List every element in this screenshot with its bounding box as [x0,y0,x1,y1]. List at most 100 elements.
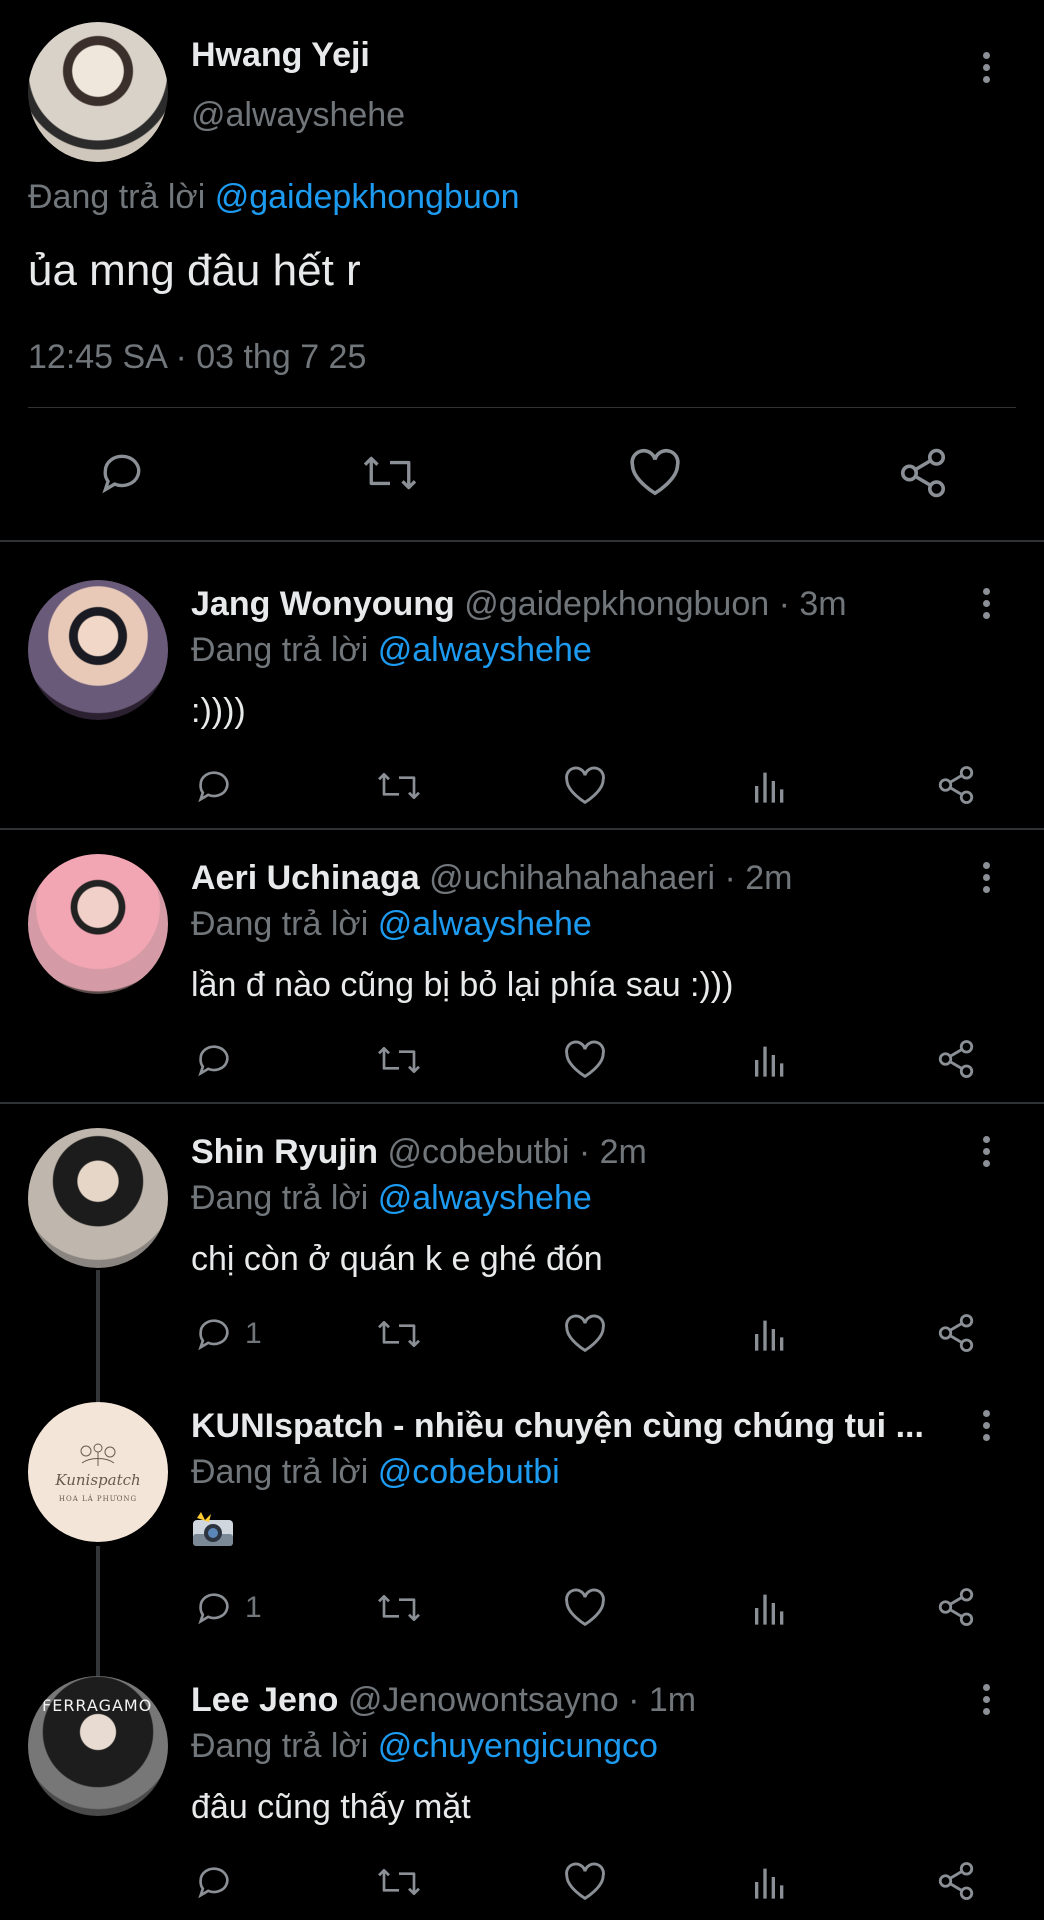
share-icon [938,1588,974,1626]
share-button[interactable] [935,1860,977,1902]
divider [0,1102,1044,1104]
comment-icon [102,454,141,494]
share-button[interactable] [935,1586,977,1628]
author-handle[interactable]: @cobebutbi [387,1133,569,1171]
more-options-icon[interactable] [983,588,991,624]
author-handle[interactable]: @Jenowontsayno [348,1681,619,1719]
share-icon [938,766,974,804]
avatar[interactable]: FERRAGAMO [28,1676,168,1816]
reply-button[interactable] [193,1862,245,1902]
reply-button[interactable] [193,1040,245,1080]
avatar[interactable]: Kunispatch HOA LÁ PHƯƠNG [28,1402,168,1542]
reply-to-link[interactable]: @alwayshehe [378,1179,592,1217]
more-options-icon[interactable] [983,1410,991,1446]
avatar[interactable] [28,1128,168,1268]
retweet-button[interactable] [374,1862,424,1902]
comment-icon [198,1045,229,1077]
reply-count: 1 [245,1317,262,1350]
author-handle[interactable]: @gaidepkhongbuon [464,585,769,623]
share-button[interactable] [935,764,977,806]
share-button[interactable] [896,446,950,500]
reply-to-link[interactable]: @gaidepkhongbuon [215,178,520,216]
reply-header: KUNIspatch - nhiều chuyện cùng chúng tui… [191,1407,924,1446]
avatar[interactable] [28,22,168,162]
reply-to-link[interactable]: @alwayshehe [378,631,592,669]
share-button[interactable] [935,1312,977,1354]
heart-icon [565,766,605,805]
reply-button[interactable] [96,448,148,498]
tweet-text: lần đ nào cũng bị bỏ lại phía sau :))) [191,966,734,1004]
heart-icon [630,448,680,496]
like-button[interactable] [563,1862,607,1902]
thread-connector [96,1546,100,1676]
camera-flash-emoji [191,1512,235,1548]
tweet-timestamp[interactable]: 12:45 SA · 03 thg 7 25 [28,338,366,377]
views-button[interactable] [750,766,790,806]
author-name[interactable]: Aeri Uchinaga [191,859,420,897]
heart-icon [565,1862,605,1901]
retweet-button[interactable] [374,1588,424,1628]
retweet-button[interactable] [374,1314,424,1354]
views-button[interactable] [750,1588,790,1628]
reply-count: 1 [245,1591,262,1624]
retweet-icon [378,1047,420,1073]
reply-context: Đang trả lời @alwayshehe [191,1179,592,1218]
reply-header: Lee Jeno @Jenowontsayno · 1m [191,1681,696,1720]
share-button[interactable] [935,1038,977,1080]
retweet-icon [363,456,417,490]
reply-context: Đang trả lời @alwayshehe [191,905,592,944]
like-button[interactable] [628,448,682,498]
share-icon [900,448,946,498]
reply-prefix: Đang trả lời [191,1453,378,1491]
reply-to-link[interactable]: @cobebutbi [378,1453,560,1491]
tweet-text: :)))) [191,692,246,730]
tweet-text: ủa mng đâu hết r [28,246,361,295]
like-button[interactable] [563,1588,607,1628]
author-name[interactable]: Lee Jeno [191,1681,338,1719]
like-button[interactable] [563,1040,607,1080]
comment-icon [198,771,229,803]
retweet-icon [378,1869,420,1895]
reply-context: Đang trả lời @chuyengicungco [191,1727,658,1766]
avatar[interactable] [28,854,168,994]
like-button[interactable] [563,766,607,806]
comment-icon [198,1867,229,1899]
retweet-button[interactable] [360,448,420,498]
heart-icon [565,1040,605,1079]
author-handle[interactable]: @alwayshehe [191,96,405,135]
more-options-icon[interactable] [983,862,991,898]
author-name[interactable]: KUNIspatch - nhiều chuyện cùng chúng tui… [191,1407,924,1445]
tweet-time: · 2m [569,1133,647,1171]
share-icon [938,1314,974,1352]
reply-to-link[interactable]: @alwayshehe [378,905,592,943]
views-button[interactable] [750,1862,790,1902]
author-name[interactable]: Hwang Yeji [191,36,370,75]
avatar-sign-text: FERRAGAMO [42,1696,153,1715]
author-name[interactable]: Shin Ryujin [191,1133,378,1171]
tweet-text: đâu cũng thấy mặt [191,1788,471,1826]
retweet-button[interactable] [374,766,424,806]
author-handle[interactable]: @uchihahahahaeri [429,859,715,897]
share-icon [938,1040,974,1078]
reply-to-link[interactable]: @chuyengicungco [378,1727,658,1765]
views-button[interactable] [750,1314,790,1354]
like-button[interactable] [563,1314,607,1354]
reply-button[interactable] [193,766,245,806]
more-options-icon[interactable] [983,52,991,88]
divider [28,407,1016,408]
tweet-time: · 3m [769,585,847,623]
reply-prefix: Đang trả lời [191,1727,378,1765]
more-options-icon[interactable] [983,1684,991,1720]
analytics-icon [755,1868,784,1899]
thread-connector [96,1270,100,1402]
avatar-logo: Kunispatch HOA LÁ PHƯƠNG [28,1402,168,1542]
more-options-icon[interactable] [983,1136,991,1172]
avatar[interactable] [28,580,168,720]
reply-prefix: Đang trả lời [28,178,215,216]
divider [0,828,1044,830]
author-name[interactable]: Jang Wonyoung [191,585,455,623]
views-button[interactable] [750,1040,790,1080]
reply-button[interactable]: 1 [193,1588,262,1628]
retweet-button[interactable] [374,1040,424,1080]
reply-button[interactable]: 1 [193,1314,262,1354]
